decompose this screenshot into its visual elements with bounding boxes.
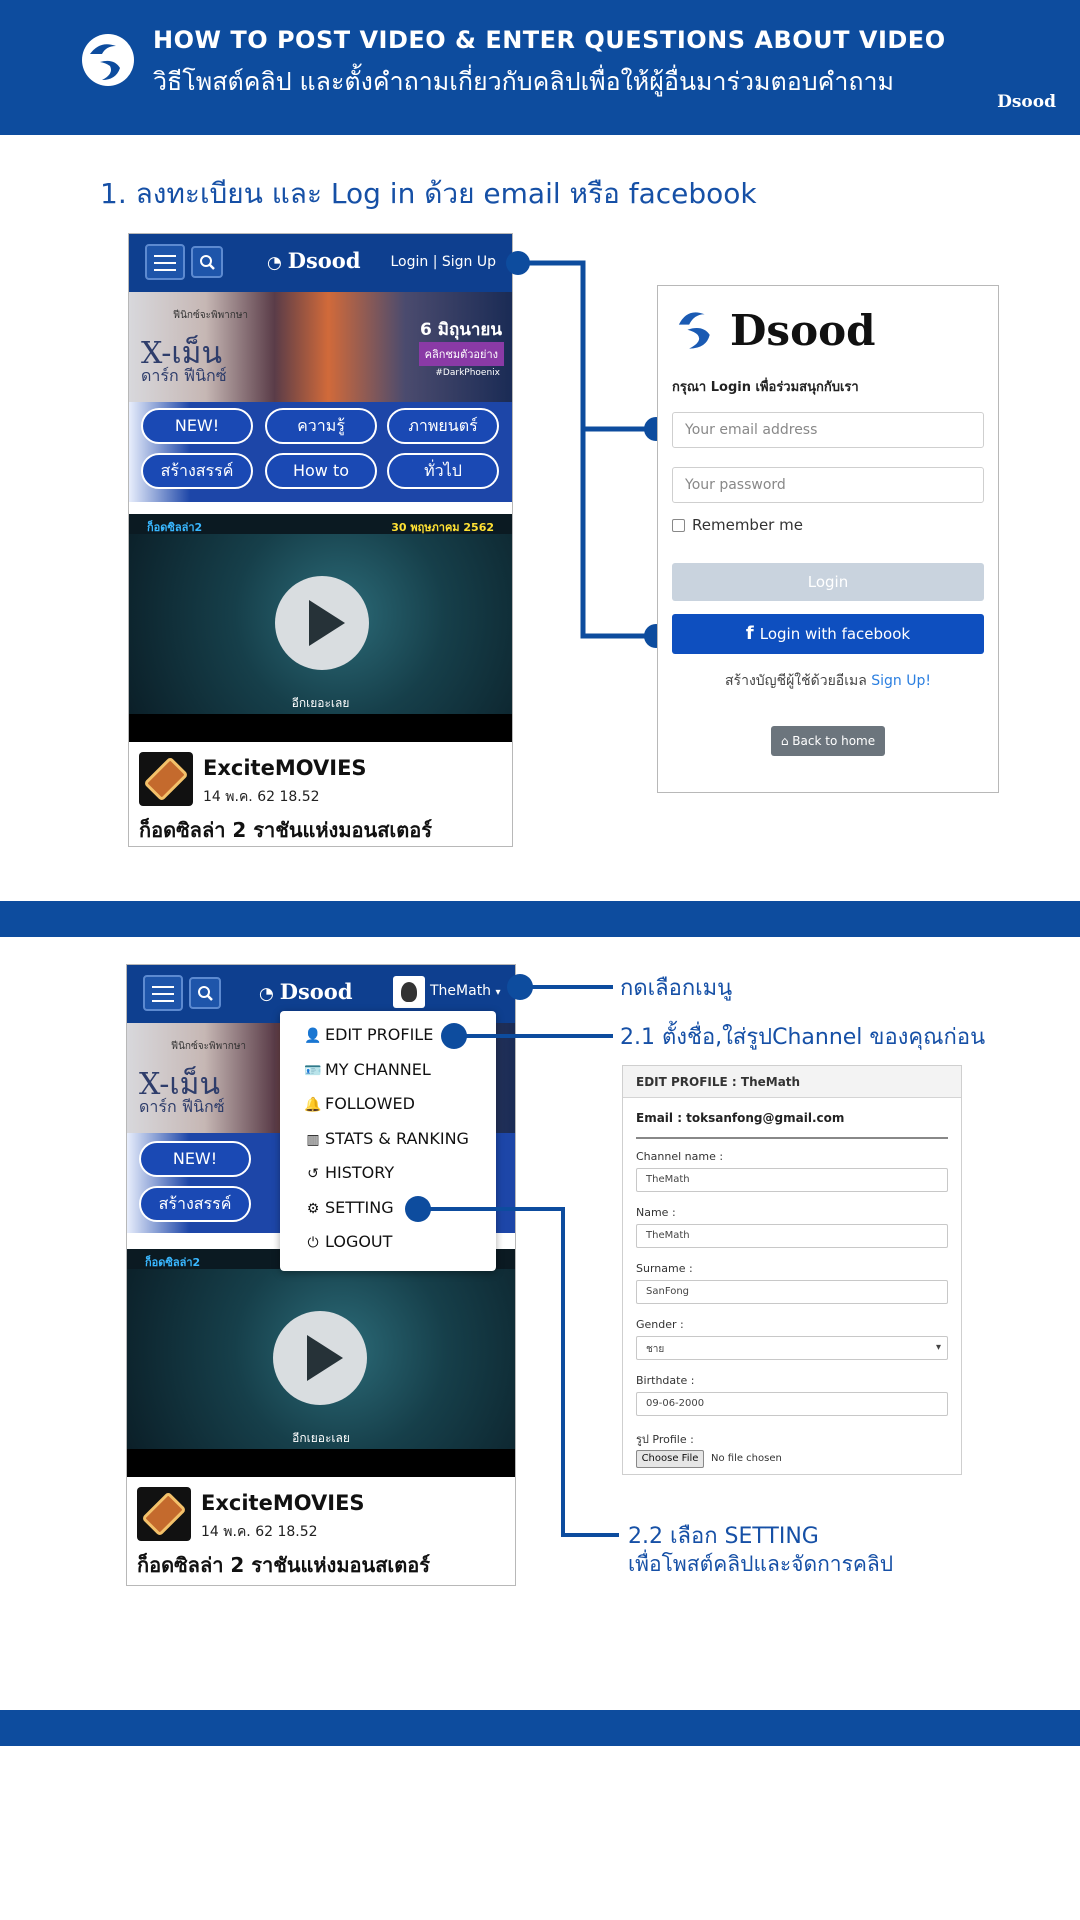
signup-line: สร้างบัญชีผู้ใช้ด้วยอีเมล Sign Up! [658, 670, 998, 692]
no-file-label: No file chosen [711, 1453, 782, 1464]
login-brand: Dsood [730, 306, 876, 355]
callout-select-menu: กดเลือกเมนู [620, 976, 733, 1001]
name-label: Name : [636, 1206, 676, 1219]
channel-name-label: Channel name : [636, 1150, 724, 1163]
facebook-login-button[interactable]: f Login with facebook [672, 614, 984, 654]
facebook-icon: f [745, 623, 754, 644]
email-field[interactable]: Your email address [672, 412, 984, 448]
password-placeholder: Your password [685, 477, 786, 493]
back-to-home-button[interactable]: ⌂ Back to home [771, 726, 885, 756]
profile-email: Email : toksanfong@gmail.com [636, 1111, 845, 1125]
profile-picture-label: รูป Profile : [636, 1433, 694, 1446]
email-placeholder: Your email address [685, 422, 818, 438]
birthdate-field[interactable]: 09-06-2000 [636, 1392, 948, 1416]
birthdate-label: Birthdate : [636, 1374, 695, 1387]
edit-profile-panel: EDIT PROFILE : TheMath Email : toksanfon… [622, 1065, 962, 1475]
facebook-button-label: Login with facebook [759, 625, 911, 643]
callout-step-2-1: 2.1 ตั้งชื่อ,ใส่รูปChannel ของคุณก่อน [620, 1025, 986, 1050]
gender-label: Gender : [636, 1318, 684, 1331]
remember-label: Remember me [692, 516, 803, 534]
choose-file-button[interactable]: Choose File [636, 1450, 704, 1468]
surname-field[interactable]: SanFong [636, 1280, 948, 1304]
login-form-panel: Dsood กรุณา Login เพื่อร่วมสนุกกับเรา Yo… [657, 285, 999, 793]
edit-profile-title: EDIT PROFILE : TheMath [636, 1075, 801, 1089]
login-button[interactable]: Login [672, 563, 984, 601]
surname-label: Surname : [636, 1262, 693, 1275]
divider [636, 1137, 948, 1139]
remember-checkbox[interactable] [672, 519, 685, 532]
channel-name-field[interactable]: TheMath [636, 1168, 948, 1192]
signup-link[interactable]: Sign Up! [871, 673, 931, 689]
gender-select[interactable]: ชาย ▾ [636, 1336, 948, 1360]
signup-text: สร้างบัญชีผู้ใช้ด้วยอีเมล [725, 673, 867, 689]
callout-step-2-2-desc: เพื่อโพสต์คลิปและจัดการคลิป [628, 1552, 894, 1576]
caret-down-icon: ▾ [935, 1342, 941, 1353]
name-field[interactable]: TheMath [636, 1224, 948, 1248]
footer-band [0, 1710, 1080, 1746]
back-button-label: Back to home [792, 734, 876, 748]
home-icon: ⌂ [780, 734, 793, 748]
dsood-logo-icon [678, 312, 710, 349]
login-prompt: กรุณา Login เพื่อร่วมสนุกกับเรา [672, 380, 859, 395]
password-field[interactable]: Your password [672, 467, 984, 503]
section-divider [0, 901, 1080, 937]
